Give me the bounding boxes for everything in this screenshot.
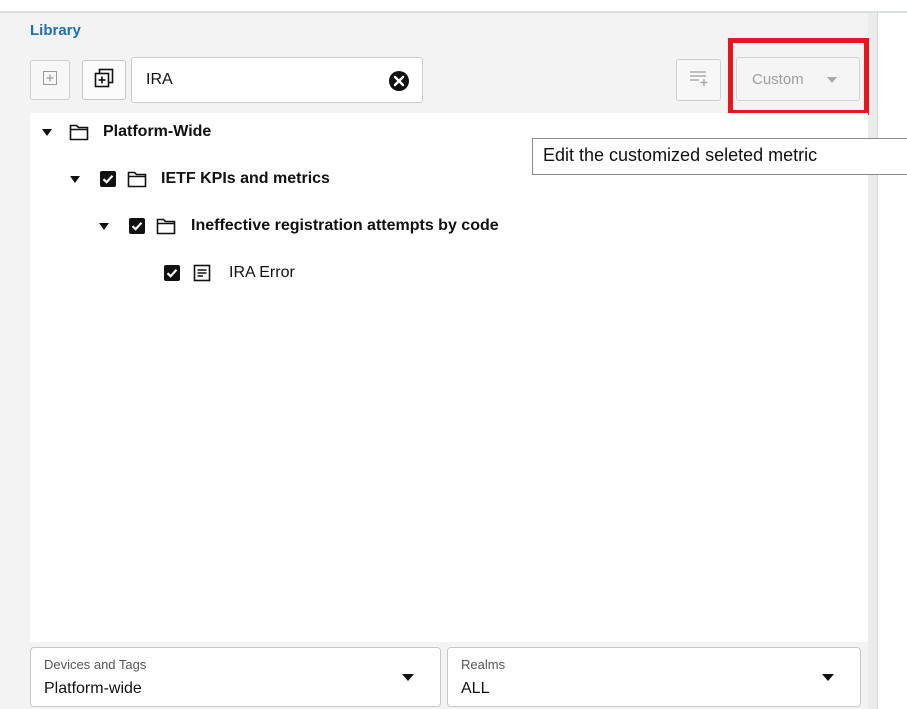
- library-title: Library: [30, 22, 81, 39]
- expand-all-button[interactable]: [82, 60, 126, 100]
- folder-icon: [127, 170, 147, 188]
- right-pane: [877, 11, 907, 709]
- checkbox-checked[interactable]: [129, 218, 145, 234]
- caret-down-icon[interactable]: [99, 222, 109, 230]
- devices-and-tags-select[interactable]: Devices and Tags Platform-wide: [30, 647, 441, 707]
- tree-node-label: IRA Error: [229, 264, 295, 281]
- plus-square-icon: [42, 70, 58, 91]
- realms-label: Realms: [461, 657, 506, 672]
- folder-icon: [69, 123, 89, 141]
- tree-node-label: IETF KPIs and metrics: [161, 170, 330, 187]
- realms-value: ALL: [461, 680, 490, 697]
- top-strip: [0, 0, 907, 11]
- clear-circle-icon: [388, 71, 410, 96]
- clear-search-button[interactable]: [388, 70, 410, 92]
- document-lines-icon: [193, 264, 211, 282]
- folder-icon: [156, 217, 176, 235]
- devices-and-tags-value: Platform-wide: [44, 680, 142, 697]
- list-add-icon: [688, 68, 710, 93]
- expand-all-icon: [94, 68, 114, 93]
- tree-node-ira-error[interactable]: IRA Error: [164, 261, 295, 285]
- tree-node-label: Ineffective registration attempts by cod…: [191, 217, 499, 234]
- caret-down-icon[interactable]: [42, 128, 52, 136]
- tree-node-ietf-kpis[interactable]: IETF KPIs and metrics: [70, 167, 330, 191]
- highlight-annotation: [728, 38, 869, 115]
- checkbox-checked[interactable]: [164, 265, 180, 281]
- tree-node-label: Platform-Wide: [103, 123, 212, 140]
- tree-node-ineffective-registration[interactable]: Ineffective registration attempts by cod…: [99, 214, 499, 238]
- tooltip: Edit the customized seleted metric: [532, 138, 907, 175]
- tree-node-platform-wide[interactable]: Platform-Wide: [42, 120, 211, 144]
- add-button[interactable]: [30, 60, 70, 100]
- metric-tree: [30, 113, 868, 642]
- add-to-list-button[interactable]: [676, 59, 721, 101]
- chevron-down-icon: [822, 674, 834, 681]
- chevron-down-icon: [402, 674, 414, 681]
- panel-splitter[interactable]: [868, 11, 877, 709]
- caret-down-icon[interactable]: [70, 175, 80, 183]
- search-input[interactable]: [146, 69, 376, 91]
- checkbox-checked[interactable]: [100, 171, 116, 187]
- search-box: [131, 57, 423, 103]
- devices-and-tags-label: Devices and Tags: [44, 657, 147, 672]
- realms-select[interactable]: Realms ALL: [447, 647, 861, 707]
